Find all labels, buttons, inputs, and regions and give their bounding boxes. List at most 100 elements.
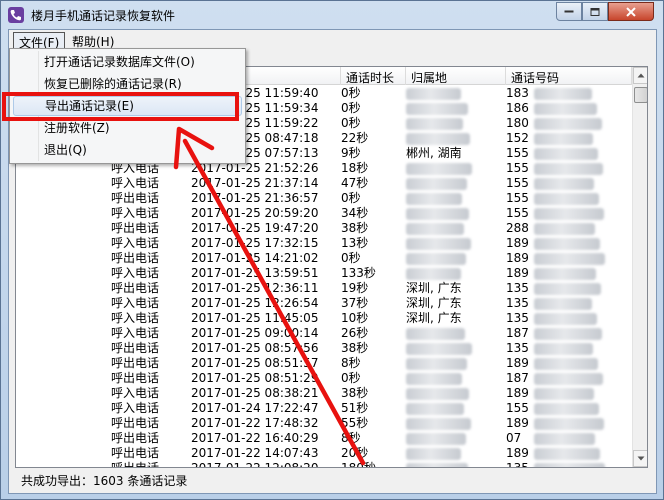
- call-duration: 26秒: [341, 326, 369, 340]
- blurred-location: [406, 433, 466, 445]
- scroll-thumb[interactable]: [634, 87, 647, 103]
- call-type: 呼入电话: [111, 266, 160, 280]
- scroll-down-button[interactable]: [633, 450, 647, 467]
- table-row[interactable]: 呼出电话 2017-01-25 08:57:56 38秒 135: [16, 341, 631, 356]
- call-number: 189: [506, 251, 529, 265]
- blurred-number: [534, 463, 605, 467]
- blurred-location: [406, 403, 464, 415]
- blurred-location: [406, 193, 462, 205]
- table-row[interactable]: 呼入电话 2017-01-25 21:37:14 47秒 155: [16, 176, 631, 191]
- table-row[interactable]: 呼入电话 2017-01-25 17:32:15 13秒 189: [16, 236, 631, 251]
- title-bar[interactable]: 楼月手机通话记录恢复软件: [1, 1, 663, 29]
- table-row[interactable]: 呼入电话 2017-01-25 13:59:51 133秒 189: [16, 266, 631, 281]
- call-type: 呼出电话: [111, 446, 160, 460]
- call-number: 152: [506, 131, 529, 145]
- blurred-number: [534, 388, 594, 400]
- call-type: 呼入电话: [111, 176, 160, 190]
- call-duration: 0秒: [341, 251, 361, 265]
- call-type: 呼出电话: [111, 461, 160, 468]
- call-location: 深圳, 广东: [406, 281, 462, 295]
- table-row[interactable]: 呼入电话 2017-01-25 08:38:21 38秒 189: [16, 386, 631, 401]
- call-number: 155: [506, 401, 529, 415]
- blurred-location: [406, 328, 465, 340]
- call-number: 180: [506, 116, 529, 130]
- call-type: 呼出电话: [111, 416, 160, 430]
- blurred-location: [406, 448, 461, 460]
- blurred-number: [534, 448, 600, 460]
- call-number: 155: [506, 176, 529, 190]
- close-button[interactable]: [608, 2, 654, 21]
- call-time: 2017-01-24 17:22:47: [191, 401, 319, 415]
- menu-item-exit[interactable]: 退出(Q): [13, 140, 242, 160]
- call-number: 189: [506, 266, 529, 280]
- call-number: 135: [506, 461, 529, 468]
- call-time: 2017-01-25 13:59:51: [191, 266, 319, 280]
- table-row[interactable]: 呼出电话 2017-01-22 16:40:29 8秒 07: [16, 431, 631, 446]
- call-type: 呼出电话: [111, 356, 160, 370]
- blurred-number: [534, 268, 596, 280]
- minimize-button[interactable]: [556, 2, 582, 21]
- table-row[interactable]: 呼出电话 2017-01-22 12:08:20 180秒 135: [16, 461, 631, 468]
- call-number: 135: [506, 281, 529, 295]
- call-number: 155: [506, 161, 529, 175]
- vertical-scrollbar[interactable]: [632, 67, 647, 467]
- blurred-number: [534, 193, 599, 205]
- call-time: 2017-01-25 08:51:29: [191, 371, 319, 385]
- maximize-button[interactable]: [582, 2, 608, 21]
- table-row[interactable]: 呼出电话 2017-01-25 21:36:57 0秒 155: [16, 191, 631, 206]
- table-row[interactable]: 呼入电话 2017-01-24 17:22:47 51秒 155: [16, 401, 631, 416]
- table-row[interactable]: 呼出电话 2017-01-25 14:21:02 0秒 189: [16, 251, 631, 266]
- menu-item-recover-deleted[interactable]: 恢复已删除的通话记录(R): [13, 74, 242, 94]
- table-row[interactable]: 呼出电话 2017-01-25 08:51:57 8秒 189: [16, 356, 631, 371]
- call-duration: 47秒: [341, 176, 369, 190]
- call-time: 2017-01-25 20:59:20: [191, 206, 319, 220]
- call-type: 呼出电话: [111, 341, 160, 355]
- call-type: 呼出电话: [111, 251, 160, 265]
- call-number: 183: [506, 86, 529, 100]
- blurred-number: [534, 238, 600, 250]
- blurred-number: [534, 298, 592, 310]
- blurred-number: [534, 328, 602, 340]
- blurred-location: [406, 103, 468, 115]
- call-number: 155: [506, 191, 529, 205]
- call-location: 郴州, 湖南: [406, 146, 462, 160]
- header-duration[interactable]: 通话时长: [341, 67, 406, 85]
- scroll-up-button[interactable]: [633, 67, 647, 84]
- call-number: 187: [506, 326, 529, 340]
- header-number[interactable]: 通话号码: [506, 67, 632, 85]
- call-duration: 20秒: [341, 446, 369, 460]
- table-row[interactable]: 呼入电话 2017-01-25 11:45:05 10秒 深圳, 广东 135: [16, 311, 631, 326]
- call-time: 2017-01-25 11:45:05: [191, 311, 319, 325]
- call-number: 07: [506, 431, 522, 445]
- menu-item-open-database[interactable]: 打开通话记录数据库文件(O): [13, 52, 242, 72]
- table-row[interactable]: 呼入电话 2017-01-25 20:59:20 34秒 155: [16, 206, 631, 221]
- menu-item-register[interactable]: 注册软件(Z): [13, 118, 242, 138]
- blurred-number: [534, 88, 592, 100]
- table-row[interactable]: 呼出电话 2017-01-25 08:51:29 0秒 187: [16, 371, 631, 386]
- call-number: 189: [506, 446, 529, 460]
- table-row[interactable]: 呼入电话 2017-01-25 12:26:54 37秒 深圳, 广东 135: [16, 296, 631, 311]
- call-type: 呼入电话: [111, 206, 160, 220]
- table-row[interactable]: 呼出电话 2017-01-25 19:47:20 38秒 288: [16, 221, 631, 236]
- call-duration: 0秒: [341, 191, 361, 205]
- call-time: 2017-01-22 12:08:20: [191, 461, 319, 468]
- table-row[interactable]: 呼入电话 2017-01-25 09:00:14 26秒 187: [16, 326, 631, 341]
- blurred-location: [406, 133, 470, 145]
- call-time: 2017-01-25 17:32:15: [191, 236, 319, 250]
- blurred-location: [406, 208, 469, 220]
- call-time: 2017-01-22 14:07:43: [191, 446, 319, 460]
- table-row[interactable]: 呼出电话 2017-01-22 14:07:43 20秒 189: [16, 446, 631, 461]
- table-row[interactable]: 呼出电话 2017-01-22 17:48:32 55秒 189: [16, 416, 631, 431]
- blurred-number: [534, 418, 604, 430]
- call-duration: 22秒: [341, 131, 369, 145]
- call-number: 155: [506, 206, 529, 220]
- call-time: 2017-01-25 08:38:21: [191, 386, 319, 400]
- blurred-location: [406, 418, 471, 430]
- blurred-number: [534, 343, 593, 355]
- header-location[interactable]: 归属地: [406, 67, 506, 85]
- call-duration: 8秒: [341, 431, 361, 445]
- table-row[interactable]: 呼出电话 2017-01-25 12:36:11 19秒 深圳, 广东 135: [16, 281, 631, 296]
- call-type: 呼出电话: [111, 281, 160, 295]
- call-type: 呼入电话: [111, 296, 160, 310]
- blurred-number: [534, 133, 593, 145]
